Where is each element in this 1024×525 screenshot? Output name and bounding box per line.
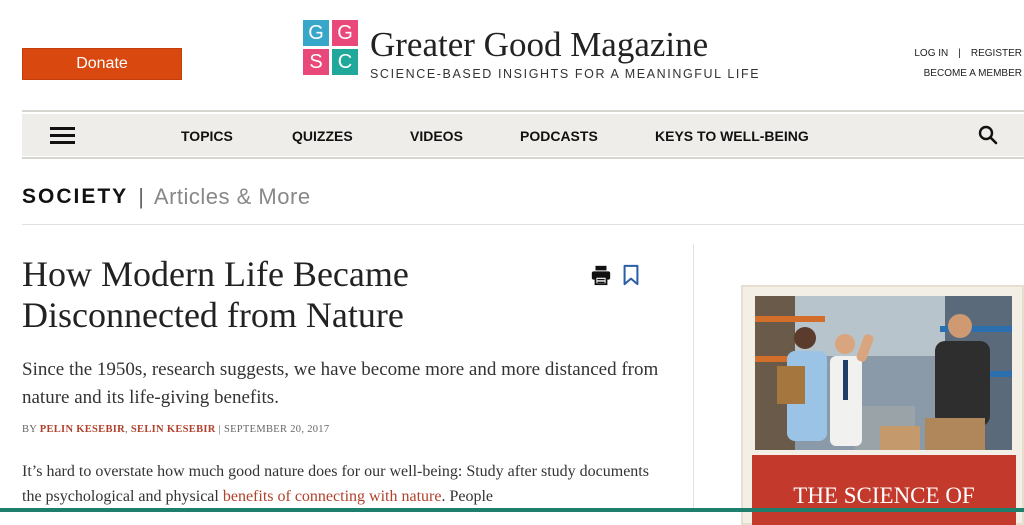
section-separator: | [138,184,144,209]
body-text-end: . People [441,488,493,505]
author-link[interactable]: PELIN KESEBIR [40,424,125,435]
logo-letter-s: S [303,49,329,75]
menu-icon[interactable] [50,127,75,144]
logo-letter-g1: G [303,20,329,46]
byline-by: BY [22,424,37,435]
section-subtitle[interactable]: Articles & More [154,184,311,210]
article-date: SEPTEMBER 20, 2017 [223,424,330,435]
logo-mark: G G S C [303,20,358,75]
article-subtitle: Since the 1950s, research suggests, we h… [22,359,659,408]
article-byline: BY PELIN KESEBIR, SELIN KESEBIR | SEPTEM… [22,424,662,435]
nav-item-keys-to-well-being[interactable]: KEYS TO WELL-BEING [655,128,809,144]
register-link[interactable]: REGISTER [971,48,1022,59]
site-title[interactable]: Greater Good Magazine [370,27,760,62]
site-tagline: SCIENCE-BASED INSIGHTS FOR A MEANINGFUL … [370,67,761,81]
byline-separator: | [218,424,221,435]
promo-image[interactable] [755,296,1012,450]
body-link[interactable]: benefits of connecting with nature [223,488,442,505]
nav-item-quizzes[interactable]: QUIZZES [292,128,353,144]
section-header: SOCIETY | Articles & More [22,184,311,210]
section-divider [22,224,1024,225]
become-member-link[interactable]: BECOME A MEMBER [924,68,1022,79]
article-body: It’s hard to overstate how much good nat… [22,459,662,509]
author-separator: , [125,424,128,435]
article-actions [590,264,640,286]
nav-item-podcasts[interactable]: PODCASTS [520,128,598,144]
account-links: LOG IN | REGISTER BECOME A MEMBER [914,48,1022,79]
sidebar-promo[interactable]: THE SCIENCE OF [741,285,1024,525]
nav-bottom-border [22,157,1024,159]
login-link[interactable]: LOG IN [914,48,948,59]
donate-button[interactable]: Donate [22,48,182,80]
article-title: How Modern Life Became Disconnected from… [22,254,409,335]
account-separator: | [958,48,961,59]
site-logo[interactable]: G G S C Greater Good Magazine SCIENCE-BA… [303,20,760,81]
bottom-accent-bar [0,508,1024,512]
logo-letter-c: C [332,49,358,75]
nav-item-topics[interactable]: TOPICS [181,128,233,144]
section-name[interactable]: SOCIETY [22,185,128,209]
article: How Modern Life Became Disconnected from… [22,254,662,509]
promo-banner[interactable]: THE SCIENCE OF [752,455,1016,525]
search-icon[interactable] [978,125,998,145]
logo-letter-g2: G [332,20,358,46]
column-separator [693,244,694,512]
bookmark-icon[interactable] [622,264,640,286]
nav-item-videos[interactable]: VIDEOS [410,128,463,144]
print-icon[interactable] [590,264,612,286]
main-nav: TOPICS QUIZZES VIDEOS PODCASTS KEYS TO W… [22,114,1024,156]
nav-top-border [22,110,1024,112]
author-link[interactable]: SELIN KESEBIR [131,424,216,435]
